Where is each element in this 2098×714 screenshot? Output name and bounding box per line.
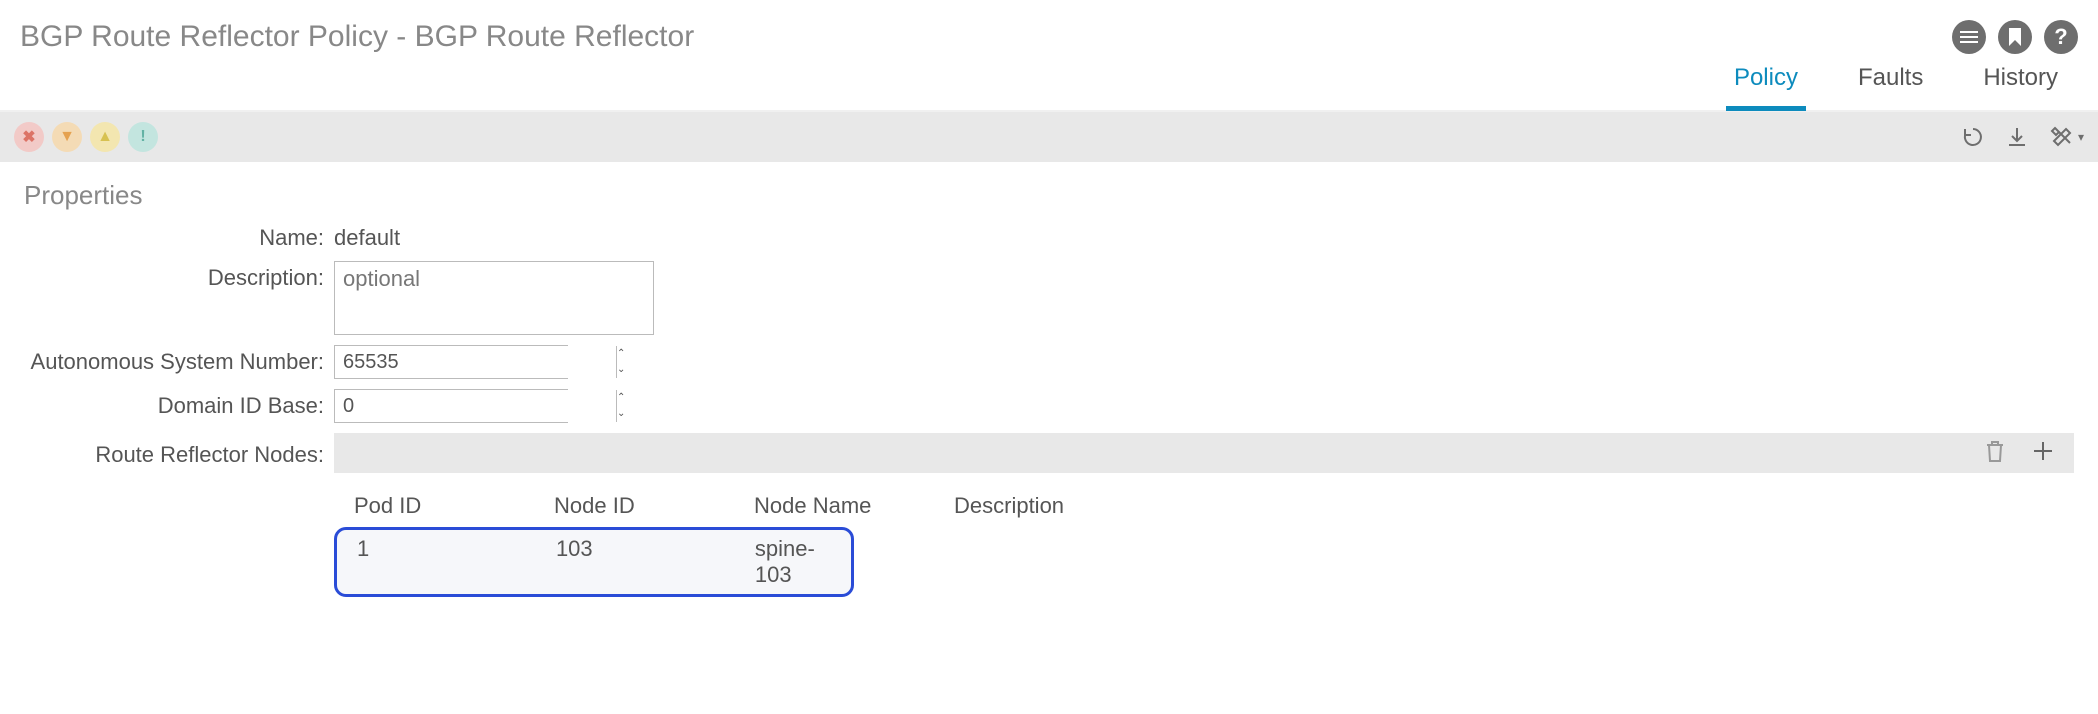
status-icons: ✖ ▼ ▲ ! [14, 122, 158, 152]
label-description: Description: [24, 261, 334, 291]
form: Name: default Description: Autonomous Sy… [0, 221, 2098, 473]
download-icon[interactable] [2006, 126, 2028, 148]
rr-table: Pod ID Node ID Node Name Description 1 1… [334, 473, 2074, 597]
rr-table-toolbar [334, 433, 2074, 473]
section-title: Properties [0, 162, 2098, 221]
domain-spin: ⌃ ⌄ [616, 390, 625, 422]
domain-stepper: ⌃ ⌄ [334, 389, 568, 423]
row-description: Description: [24, 261, 2074, 335]
row-name: Name: default [24, 221, 2074, 251]
status-major-icon[interactable]: ▼ [52, 122, 82, 152]
domain-spin-down[interactable]: ⌄ [617, 406, 625, 422]
tab-faults[interactable]: Faults [1858, 64, 1923, 100]
status-warning-icon[interactable]: ! [128, 122, 158, 152]
col-header-name: Node Name [754, 493, 954, 519]
cell-name: spine-103 [755, 536, 851, 588]
tabs: Policy Faults History [0, 64, 2098, 112]
page-title: BGP Route Reflector Policy - BGP Route R… [20, 20, 694, 54]
label-domain: Domain ID Base: [24, 389, 334, 419]
tools-icon[interactable]: ▾ [2050, 126, 2084, 148]
asn-input[interactable] [335, 346, 616, 378]
asn-spin-down[interactable]: ⌄ [617, 362, 625, 378]
help-icon[interactable]: ? [2044, 20, 2078, 54]
asn-stepper: ⌃ ⌄ [334, 345, 568, 379]
header: BGP Route Reflector Policy - BGP Route R… [0, 0, 2098, 64]
rr-table-head: Pod ID Node ID Node Name Description [334, 473, 2074, 527]
domain-spin-up[interactable]: ⌃ [617, 390, 625, 406]
row-asn: Autonomous System Number: ⌃ ⌄ [24, 345, 2074, 379]
label-name: Name: [24, 221, 334, 251]
label-rr-nodes: Route Reflector Nodes: [24, 438, 334, 468]
bookmark-icon[interactable] [1998, 20, 2032, 54]
cell-node: 103 [556, 536, 755, 588]
toolbar-actions: ▾ [1962, 126, 2084, 148]
asn-spin: ⌃ ⌄ [616, 346, 625, 378]
col-header-desc: Description [954, 493, 2074, 519]
domain-input[interactable] [335, 390, 616, 422]
status-minor-icon[interactable]: ▲ [90, 122, 120, 152]
trash-icon[interactable] [1984, 439, 2006, 468]
col-header-node: Node ID [554, 493, 754, 519]
toolbar: ✖ ▼ ▲ ! ▾ [0, 112, 2098, 162]
col-header-pod: Pod ID [354, 493, 554, 519]
cell-pod: 1 [357, 536, 556, 588]
label-asn: Autonomous System Number: [24, 345, 334, 375]
header-icon-group: ? [1952, 20, 2078, 54]
value-name: default [334, 221, 400, 251]
tab-policy[interactable]: Policy [1734, 64, 1798, 100]
asn-spin-up[interactable]: ⌃ [617, 346, 625, 362]
refresh-icon[interactable] [1962, 126, 1984, 148]
tab-history[interactable]: History [1983, 64, 2058, 100]
row-rr-nodes: Route Reflector Nodes: [24, 433, 2074, 473]
status-critical-icon[interactable]: ✖ [14, 122, 44, 152]
description-input[interactable] [334, 261, 654, 335]
row-domain: Domain ID Base: ⌃ ⌄ [24, 389, 2074, 423]
chevron-down-icon: ▾ [2078, 130, 2084, 144]
table-row[interactable]: 1 103 spine-103 [334, 527, 854, 597]
list-icon[interactable] [1952, 20, 1986, 54]
add-icon[interactable] [2032, 440, 2054, 467]
